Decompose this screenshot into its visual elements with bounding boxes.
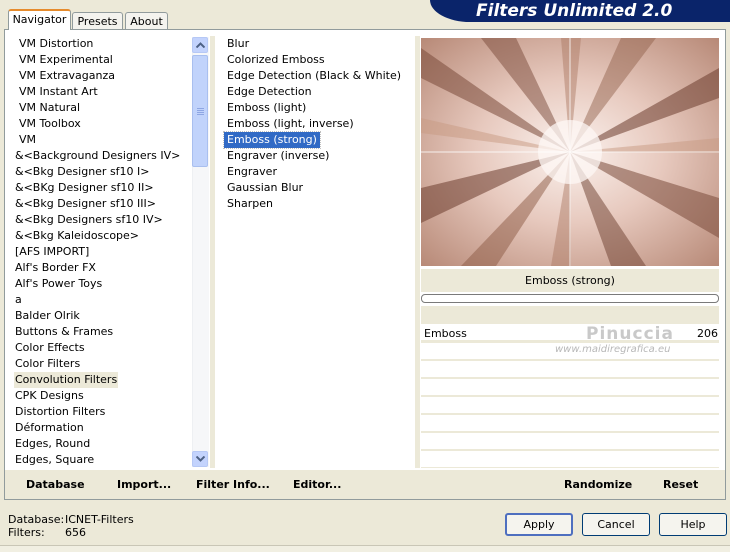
category-item-selected[interactable]: Convolution Filters [14,372,119,388]
database-value: ICNET-Filters [65,513,134,526]
filter-item[interactable]: Emboss (light, inverse) [224,116,357,132]
import-button[interactable]: Import... [117,477,171,493]
filter-item[interactable]: Blur [224,36,252,52]
category-item[interactable]: Alf's Border FX [14,260,97,276]
chevron-down-icon [195,456,205,462]
category-item[interactable]: VM Experimental [18,52,114,68]
filter-item[interactable]: Engraver (inverse) [224,148,332,164]
category-item[interactable]: Color Filters [14,356,81,372]
filter-item-selected[interactable]: Emboss (strong) [223,131,321,149]
filters-count-label: Filters: [8,526,45,539]
category-item[interactable]: VM [18,132,37,148]
filter-list[interactable]: Blur Colorized Emboss Edge Detection (Bl… [216,36,414,468]
filter-item[interactable]: Gaussian Blur [224,180,306,196]
category-item[interactable]: CPK Designs [14,388,85,404]
filter-preview-image [421,38,719,266]
chevron-up-icon [195,42,205,48]
parameter-row [421,379,719,395]
randomize-button[interactable]: Randomize [564,477,632,493]
cancel-button[interactable]: Cancel [582,513,650,536]
parameter-row [421,433,719,449]
column-divider [415,36,420,468]
parameter-row [421,415,719,431]
help-button[interactable]: Help [659,513,727,536]
parameter-row [421,451,719,467]
reset-button[interactable]: Reset [663,477,698,493]
scroll-down-button[interactable] [192,451,208,467]
category-item[interactable]: &<Background Designers IV> [14,148,181,164]
category-item[interactable]: VM Toolbox [18,116,82,132]
tab-about[interactable]: About [125,12,168,29]
scroll-thumb[interactable] [192,55,208,167]
filter-item[interactable]: Edge Detection (Black & White) [224,68,404,84]
parameter-row [421,397,719,413]
filter-item[interactable]: Colorized Emboss [224,52,328,68]
category-item[interactable]: Balder Olrik [14,308,81,324]
parameter-value[interactable]: 206 [688,326,718,342]
category-item[interactable]: Alf's Power Toys [14,276,103,292]
category-item[interactable]: Distortion Filters [14,404,106,420]
apply-button[interactable]: Apply [505,513,573,536]
watermark-name: Pinuccia [586,324,674,344]
category-item[interactable]: &<Bkg Designers sf10 IV> [14,212,164,228]
category-item[interactable]: VM Extravaganza [18,68,116,84]
parameter-row [421,361,719,377]
tab-presets[interactable]: Presets [72,12,123,29]
category-item[interactable]: Edges, Round [14,436,91,452]
category-list[interactable]: VM Distortion VM Experimental VM Extrava… [12,36,192,468]
preview-picture [421,38,719,266]
category-item[interactable]: Buttons & Frames [14,324,114,340]
category-item[interactable]: VM Natural [18,100,81,116]
filters-count-value: 656 [65,526,86,539]
category-item[interactable]: &<Bkg Designer sf10 I> [14,164,151,180]
column-divider [210,36,215,468]
category-item[interactable]: a [14,292,23,308]
category-item[interactable]: VM Distortion [18,36,94,52]
category-item[interactable]: &<Bkg Kaleidoscope> [14,228,140,244]
editor-button[interactable]: Editor... [293,477,341,493]
category-item[interactable]: Edges, Square [14,452,95,468]
watermark-site: www.maidiregrafica.eu [555,344,671,355]
database-button[interactable]: Database [26,477,85,493]
database-label: Database: [8,513,65,526]
category-item[interactable]: Déformation [14,420,85,436]
filter-item[interactable]: Sharpen [224,196,276,212]
category-item[interactable]: &<BKg Designer sf10 II> [14,180,155,196]
filter-item[interactable]: Emboss (light) [224,100,309,116]
category-item[interactable]: &<Bkg Designer sf10 III> [14,196,157,212]
filter-info-button[interactable]: Filter Info... [196,477,270,493]
progress-bar [421,294,719,303]
current-filter-name: Emboss (strong) [421,269,719,292]
app-title: Filters Unlimited 2.0 [476,1,673,21]
scroll-up-button[interactable] [192,37,208,53]
filter-item[interactable]: Engraver [224,164,280,180]
parameter-label: Emboss [424,327,467,340]
tab-navigator[interactable]: Navigator [8,9,71,30]
category-item[interactable]: [AFS IMPORT] [14,244,90,260]
category-item[interactable]: VM Instant Art [18,84,99,100]
category-item[interactable]: Color Effects [14,340,86,356]
filter-item[interactable]: Edge Detection [224,84,315,100]
